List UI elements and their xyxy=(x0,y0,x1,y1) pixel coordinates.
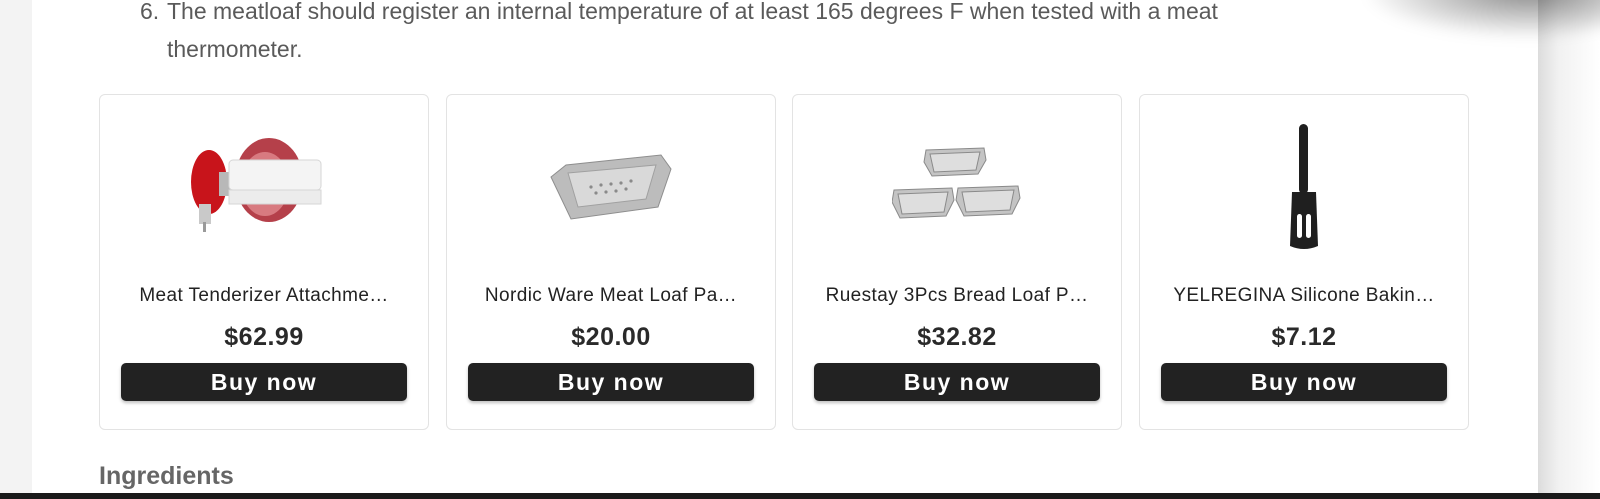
right-edge-shadow xyxy=(1538,0,1600,499)
meat-tenderizer-image[interactable] xyxy=(179,117,349,257)
buy-now-button[interactable]: Buy now xyxy=(121,363,407,401)
product-price: $62.99 xyxy=(224,323,304,351)
product-card[interactable]: Meat Tenderizer Attachme… $62.99 Buy now xyxy=(99,94,429,430)
product-title[interactable]: Nordic Ware Meat Loaf Pa… xyxy=(465,285,757,307)
buy-now-button[interactable]: Buy now xyxy=(468,363,754,401)
meat-loaf-pan-image[interactable] xyxy=(526,117,696,257)
buy-now-button[interactable]: Buy now xyxy=(814,363,1100,401)
bread-loaf-pans-image[interactable] xyxy=(872,117,1042,257)
product-title[interactable]: YELREGINA Silicone Bakin… xyxy=(1158,285,1450,307)
product-card[interactable]: YELREGINA Silicone Bakin… $7.12 Buy now xyxy=(1139,94,1469,430)
step-text: The meatloaf should register an internal… xyxy=(167,0,1218,62)
product-grid: Meat Tenderizer Attachme… $62.99 Buy now… xyxy=(99,94,1471,432)
ingredients-heading: Ingredients xyxy=(99,462,234,490)
product-price: $20.00 xyxy=(571,323,651,351)
product-card[interactable]: Nordic Ware Meat Loaf Pa… $20.00 Buy now xyxy=(446,94,776,430)
product-card[interactable]: Ruestay 3Pcs Bread Loaf P… $32.82 Buy no… xyxy=(792,94,1122,430)
product-price: $7.12 xyxy=(1271,323,1337,351)
buy-now-button[interactable]: Buy now xyxy=(1161,363,1447,401)
product-title[interactable]: Ruestay 3Pcs Bread Loaf P… xyxy=(811,285,1103,307)
product-title[interactable]: Meat Tenderizer Attachme… xyxy=(118,285,410,307)
product-price: $32.82 xyxy=(917,323,997,351)
step-number: 6. xyxy=(140,0,160,24)
bottom-bar xyxy=(0,493,1600,499)
silicone-spatula-image[interactable] xyxy=(1219,117,1389,257)
